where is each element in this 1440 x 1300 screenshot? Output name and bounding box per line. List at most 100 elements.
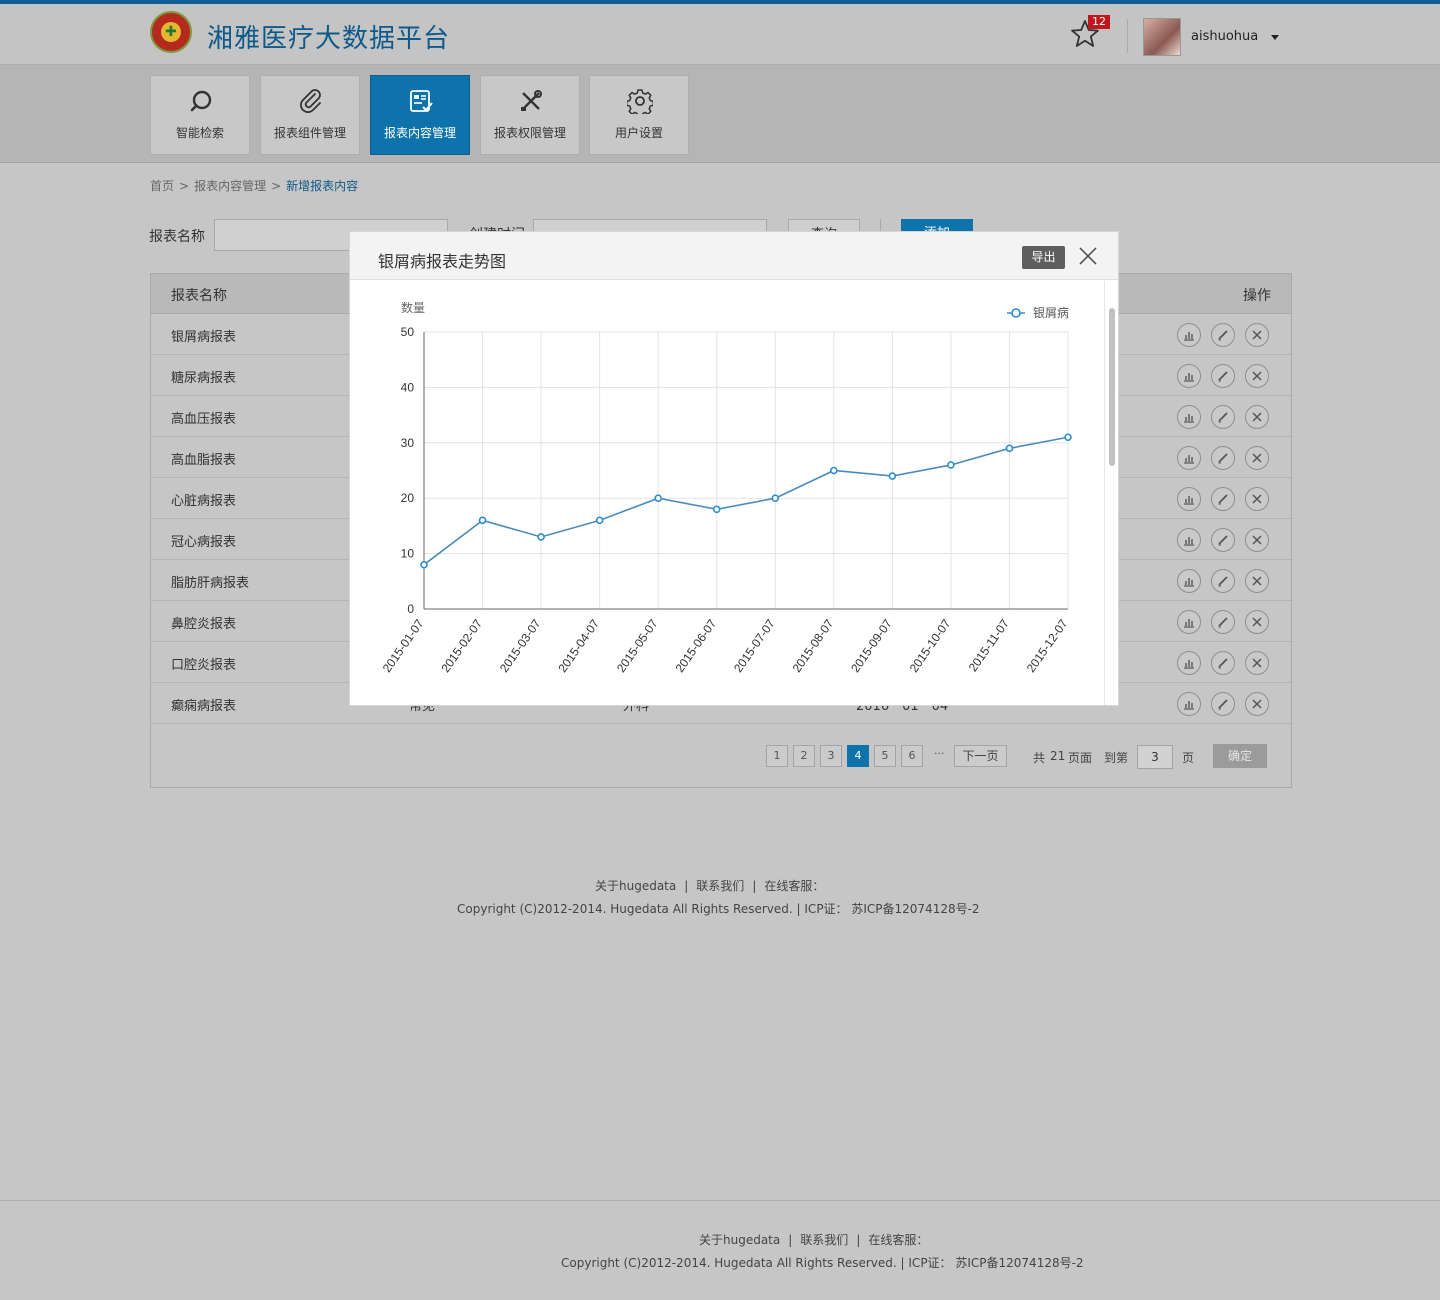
edit-button[interactable] (1211, 323, 1235, 347)
breadcrumb-parent[interactable]: 报表内容管理 (194, 179, 266, 193)
bar-chart-icon (1184, 578, 1194, 587)
x-tick-label: 2015-08-07 (790, 616, 837, 675)
bar-chart-icon (1184, 619, 1194, 628)
delete-button[interactable] (1245, 487, 1269, 511)
pencil-icon (1218, 617, 1228, 628)
modal-scrollbar[interactable] (1104, 281, 1118, 705)
edit-button[interactable] (1211, 364, 1235, 388)
close-icon (1252, 494, 1262, 504)
page-button[interactable]: 5 (874, 745, 896, 767)
view-chart-button[interactable] (1177, 528, 1201, 552)
x-tick-label: 2015-02-07 (438, 616, 485, 675)
bar-chart-icon (1184, 332, 1194, 341)
trend-chart-modal: 银屑病报表走势图 导出 0 10 20 30 40 50 数量 2015-01-07 2015-… (349, 231, 1119, 706)
main-nav: 智能检索 报表组件管理 报表内容管理 报表权限管理 用户设置 (0, 65, 1440, 163)
edit-button[interactable] (1211, 487, 1235, 511)
gear-icon (627, 89, 653, 114)
edit-button[interactable] (1211, 528, 1235, 552)
footer-contact-link[interactable]: 联系我们 (696, 879, 744, 893)
y-tick-label: 20 (401, 491, 415, 505)
view-chart-button[interactable] (1177, 651, 1201, 675)
pencil-icon (1218, 453, 1228, 464)
delete-button[interactable] (1245, 528, 1269, 552)
footer-about-link[interactable]: 关于hugedata (699, 1233, 780, 1247)
x-tick-label: 2015-10-07 (907, 616, 954, 675)
delete-button[interactable] (1245, 323, 1269, 347)
nav-report-component[interactable]: 报表组件管理 (260, 75, 360, 155)
report-name-cell: 鼻腔炎报表 (171, 617, 237, 632)
tools-icon (521, 90, 542, 111)
footer-contact-link[interactable]: 联系我们 (800, 1233, 848, 1247)
page-button[interactable]: 3 (820, 745, 842, 767)
goto-confirm-button[interactable]: 确定 (1213, 744, 1267, 768)
bar-chart-icon (1184, 414, 1194, 423)
edit-button[interactable] (1211, 692, 1235, 716)
user-menu-caret-icon[interactable] (1271, 35, 1279, 40)
data-point (1064, 433, 1072, 442)
pencil-icon (1218, 330, 1228, 341)
view-chart-button[interactable] (1177, 323, 1201, 347)
close-icon (1252, 658, 1262, 668)
data-point (420, 560, 428, 569)
breadcrumb-home[interactable]: 首页 (150, 179, 174, 193)
page-button[interactable]: 4 (847, 745, 869, 767)
page-button[interactable]: 6 (901, 745, 923, 767)
delete-button[interactable] (1245, 405, 1269, 429)
bar-chart-icon (1184, 373, 1194, 382)
edit-button[interactable] (1211, 610, 1235, 634)
bar-chart-icon (1184, 537, 1194, 546)
delete-button[interactable] (1245, 364, 1269, 388)
y-tick-label: 50 (401, 325, 415, 339)
edit-button[interactable] (1211, 446, 1235, 470)
footer-service-link[interactable]: 在线客服： (764, 879, 824, 893)
delete-button[interactable] (1245, 569, 1269, 593)
next-page-button[interactable]: 下一页 (954, 745, 1007, 767)
delete-button[interactable] (1245, 651, 1269, 675)
notification-badge: 12 (1088, 15, 1110, 29)
series-line (423, 436, 1069, 566)
avatar[interactable] (1143, 18, 1181, 56)
report-name-label: 报表名称 (149, 229, 205, 245)
delete-button[interactable] (1245, 446, 1269, 470)
view-chart-button[interactable] (1177, 569, 1201, 593)
edit-button[interactable] (1211, 569, 1235, 593)
nav-report-permission[interactable]: 报表权限管理 (480, 75, 580, 155)
hospital-logo: ✚ (150, 11, 192, 53)
pencil-icon (1218, 494, 1228, 505)
delete-button[interactable] (1245, 692, 1269, 716)
footer-about-link[interactable]: 关于hugedata (595, 879, 676, 893)
edit-button[interactable] (1211, 651, 1235, 675)
page-button[interactable]: 2 (793, 745, 815, 767)
breadcrumb-current: 新增报表内容 (286, 179, 359, 193)
nav-user-settings[interactable]: 用户设置 (589, 75, 689, 155)
nav-label: 报表组件管理 (273, 126, 346, 140)
x-tick-label: 2015-09-07 (848, 616, 895, 675)
goto-page-input[interactable]: 3 (1137, 745, 1173, 769)
pencil-icon (1218, 699, 1228, 710)
delete-button[interactable] (1245, 610, 1269, 634)
page-button[interactable]: 1 (766, 745, 788, 767)
data-point (654, 494, 662, 502)
x-tick-label: 2015-01-07 (380, 616, 427, 675)
scrollbar-thumb[interactable] (1109, 308, 1115, 466)
nav-smart-search[interactable]: 智能检索 (150, 75, 250, 155)
view-chart-button[interactable] (1177, 692, 1201, 716)
view-chart-button[interactable] (1177, 446, 1201, 470)
footer-copyright: Copyright (C)2012-2014. Hugedata All Rig… (561, 1256, 1084, 1270)
view-chart-button[interactable] (1177, 405, 1201, 429)
username[interactable]: aishuohua (1191, 29, 1258, 44)
close-icon (1252, 371, 1262, 381)
report-name-cell: 高血脂报表 (171, 453, 237, 468)
nav-report-content[interactable]: 报表内容管理 (370, 75, 470, 155)
close-icon[interactable] (1078, 246, 1098, 266)
modal-title: 银屑病报表走势图 (378, 252, 507, 271)
footer-service-link[interactable]: 在线客服： (868, 1233, 928, 1247)
edit-button[interactable] (1211, 405, 1235, 429)
view-chart-button[interactable] (1177, 610, 1201, 634)
view-chart-button[interactable] (1177, 364, 1201, 388)
x-tick-label: 2015-12-07 (1024, 616, 1071, 675)
view-chart-button[interactable] (1177, 487, 1201, 511)
total-pages: 21 (1050, 749, 1066, 763)
pencil-icon (1218, 412, 1228, 423)
export-button[interactable]: 导出 (1022, 246, 1065, 269)
